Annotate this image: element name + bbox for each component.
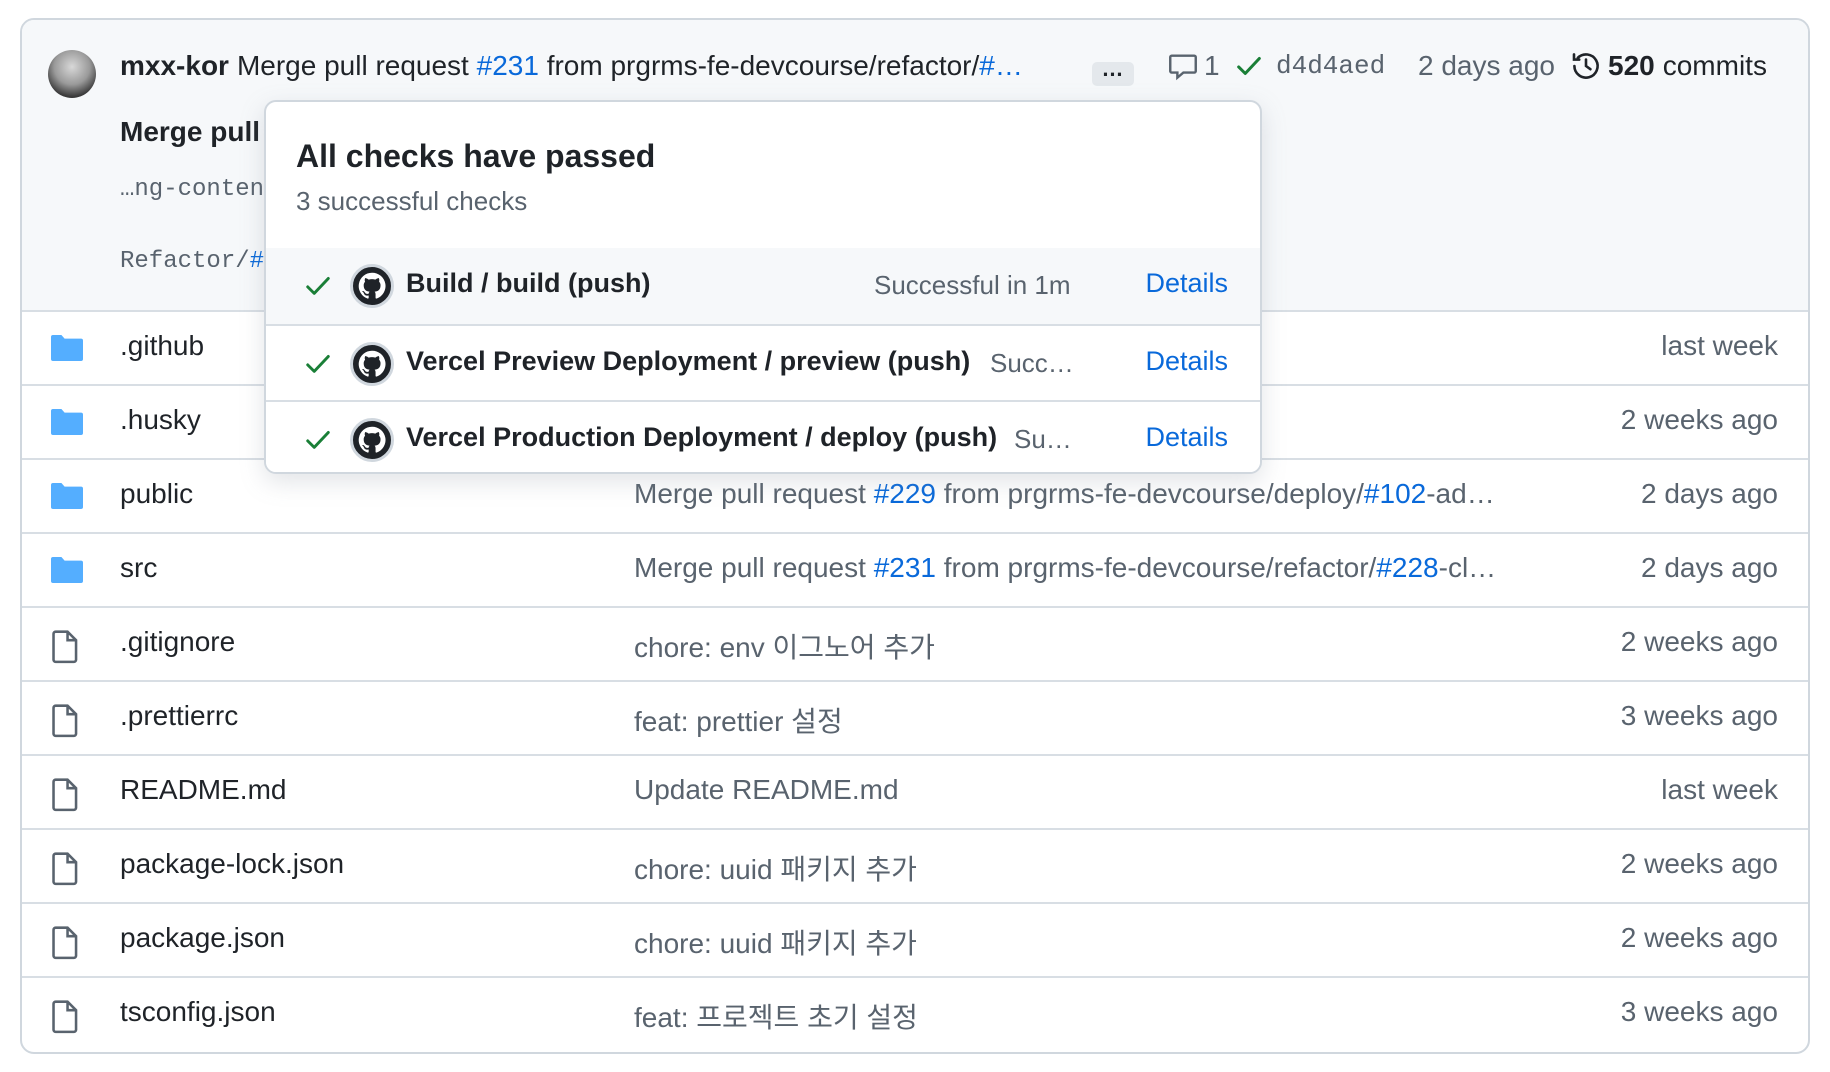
- commits-count-number: 520: [1608, 50, 1655, 81]
- commit-message-prefix[interactable]: Merge pull request: [237, 50, 469, 82]
- msg-text: from prgrms-fe-devcourse/deploy/: [935, 478, 1364, 509]
- check-name: Vercel Preview Deployment / preview (pus…: [406, 346, 971, 376]
- comment-count[interactable]: 1: [1204, 48, 1220, 84]
- msg-text: Merge pull request: [634, 552, 874, 583]
- expand-commit-message-button[interactable]: …: [1092, 58, 1134, 86]
- commit-body-line2-text: Refactor/: [120, 248, 250, 275]
- file-commit-time: 2 days ago: [1641, 552, 1778, 583]
- commit-time: 2 days ago: [1418, 50, 1555, 81]
- issue-link[interactable]: #228: [1376, 552, 1438, 583]
- file-icon: [50, 778, 84, 812]
- file-name[interactable]: .husky: [120, 404, 201, 436]
- file-commit-message[interactable]: feat: 프로젝트 초기 설정: [634, 996, 918, 1036]
- table-row[interactable]: package.json chore: uuid 패키지 추가 2 weeks …: [22, 904, 1808, 978]
- commits-count-link[interactable]: 520 commits: [1608, 48, 1767, 84]
- file-name[interactable]: package.json: [120, 922, 285, 954]
- check-details-link[interactable]: Details: [1145, 268, 1228, 299]
- checks-list: Build / build (push) Successful in 1m De…: [266, 248, 1260, 472]
- file-commit-time: 2 weeks ago: [1620, 922, 1778, 953]
- file-name[interactable]: .gitignore: [120, 626, 235, 658]
- file-icon: [50, 852, 84, 886]
- commit-message-mid[interactable]: from prgrms-fe-devcourse/refactor/: [547, 50, 980, 82]
- file-commit-message[interactable]: chore: uuid 패키지 추가: [634, 922, 917, 962]
- file-commit-message[interactable]: Merge pull request #229 from prgrms-fe-d…: [634, 478, 1495, 510]
- msg-text: Merge pull request: [634, 478, 874, 509]
- check-row[interactable]: Build / build (push) Successful in 1m De…: [266, 248, 1260, 324]
- file-name[interactable]: public: [120, 478, 193, 510]
- popover-title: All checks have passed: [296, 138, 656, 174]
- check-row[interactable]: Vercel Production Deployment / deploy (p…: [266, 400, 1260, 472]
- commit-message-tail-link[interactable]: #…: [979, 50, 1023, 82]
- check-details-link[interactable]: Details: [1145, 346, 1228, 377]
- check-success-icon: [304, 428, 332, 452]
- checks-passed-icon[interactable]: [1234, 48, 1264, 84]
- file-commit-time: 2 days ago: [1641, 478, 1778, 509]
- file-name[interactable]: README.md: [120, 774, 286, 806]
- file-icon: [50, 1000, 84, 1034]
- history-icon[interactable]: [1570, 48, 1602, 84]
- commit-body-link[interactable]: #: [250, 248, 264, 275]
- commits-count-label: commits: [1662, 50, 1767, 81]
- popover-subtitle: 3 successful checks: [296, 186, 528, 216]
- file-commit-time: 2 weeks ago: [1620, 848, 1778, 879]
- commit-body-title: Merge pull: [120, 116, 261, 147]
- avatar[interactable]: [48, 50, 96, 98]
- folder-icon: [50, 334, 84, 364]
- comment-icon[interactable]: [1168, 48, 1198, 84]
- file-icon: [50, 704, 84, 738]
- file-name[interactable]: .prettierrc: [120, 700, 238, 732]
- check-success-icon: [304, 352, 332, 376]
- folder-icon: [50, 408, 84, 438]
- commit-pr-link[interactable]: #231: [477, 50, 539, 82]
- github-logo-icon: [350, 264, 394, 308]
- folder-icon: [50, 482, 84, 512]
- file-commit-time: 3 weeks ago: [1620, 700, 1778, 731]
- commit-body-line: Refactor/#: [120, 248, 264, 275]
- check-status: Successful in 1m: [874, 270, 1071, 300]
- file-name[interactable]: tsconfig.json: [120, 996, 276, 1028]
- github-logo-icon: [350, 342, 394, 386]
- checks-popover: All checks have passed 3 successful chec…: [264, 100, 1262, 474]
- file-commit-time: last week: [1661, 774, 1778, 805]
- file-icon: [50, 630, 84, 664]
- file-commit-time: 3 weeks ago: [1620, 996, 1778, 1027]
- check-name: Build / build (push): [406, 268, 651, 298]
- check-details-link[interactable]: Details: [1145, 422, 1228, 453]
- file-commit-time: 2 weeks ago: [1620, 626, 1778, 657]
- pr-link[interactable]: #231: [874, 552, 936, 583]
- check-name: Vercel Production Deployment / deploy (p…: [406, 422, 998, 452]
- file-icon: [50, 926, 84, 960]
- issue-link[interactable]: #102: [1364, 478, 1426, 509]
- folder-icon: [50, 556, 84, 586]
- commit-summary: mxx-kor Merge pull request #231 from prg…: [120, 48, 1023, 84]
- check-row[interactable]: Vercel Preview Deployment / preview (pus…: [266, 324, 1260, 400]
- msg-text: -cl…: [1438, 552, 1497, 583]
- table-row[interactable]: .prettierrc feat: prettier 설정 3 weeks ag…: [22, 682, 1808, 756]
- file-commit-message[interactable]: chore: uuid 패키지 추가: [634, 848, 917, 888]
- table-row[interactable]: README.md Update README.md last week: [22, 756, 1808, 830]
- file-name[interactable]: src: [120, 552, 157, 584]
- github-logo-icon: [350, 418, 394, 462]
- commit-author[interactable]: mxx-kor: [120, 50, 229, 82]
- table-row[interactable]: .gitignore chore: env 이그노어 추가 2 weeks ag…: [22, 608, 1808, 682]
- msg-text: -ad…: [1426, 478, 1495, 509]
- check-success-icon: [304, 274, 332, 298]
- table-row[interactable]: package-lock.json chore: uuid 패키지 추가 2 w…: [22, 830, 1808, 904]
- file-commit-message[interactable]: chore: env 이그노어 추가: [634, 626, 935, 666]
- commit-body-line: …ng-conten: [120, 176, 265, 203]
- pr-link[interactable]: #229: [874, 478, 936, 509]
- check-status: Su…: [1014, 424, 1072, 454]
- file-commit-message[interactable]: Merge pull request #231 from prgrms-fe-d…: [634, 552, 1496, 584]
- check-status: Succ…: [990, 348, 1074, 378]
- msg-text: from prgrms-fe-devcourse/refactor/: [935, 552, 1377, 583]
- commit-sha[interactable]: d4d4aed: [1276, 48, 1385, 84]
- file-commit-message[interactable]: Update README.md: [634, 774, 899, 806]
- file-commit-time: 2 weeks ago: [1620, 404, 1778, 435]
- file-commit-message[interactable]: feat: prettier 설정: [634, 700, 843, 740]
- table-row[interactable]: tsconfig.json feat: 프로젝트 초기 설정 3 weeks a…: [22, 978, 1808, 1052]
- table-row[interactable]: src Merge pull request #231 from prgrms-…: [22, 534, 1808, 608]
- file-name[interactable]: .github: [120, 330, 204, 362]
- file-name[interactable]: package-lock.json: [120, 848, 344, 880]
- file-commit-time: last week: [1661, 330, 1778, 361]
